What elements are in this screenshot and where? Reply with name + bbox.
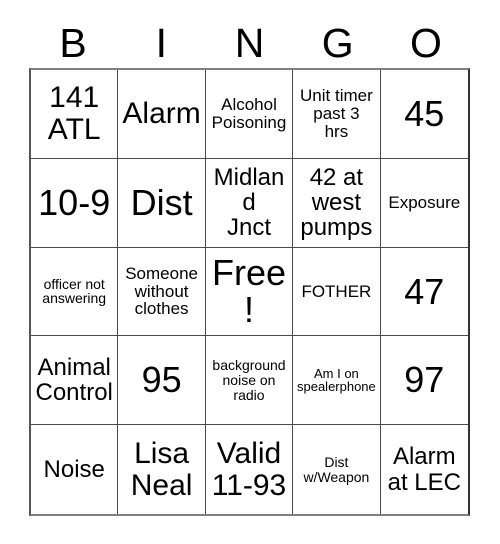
bingo-cell-label: Noise [43,456,105,483]
bingo-cell-label: Free! [211,251,286,331]
bingo-cell-label: Alarm at LEC [387,443,461,496]
bingo-header-letter-g: G [321,19,354,66]
bingo-cell-r1c3[interactable]: Alcohol Poisoning [205,70,294,159]
bingo-cell-label: Am I on spealerphone [296,365,376,395]
bingo-cell-r5c2[interactable]: Lisa Neal [118,425,206,514]
bingo-cell-r3c5[interactable]: 47 [380,247,468,337]
bingo-card: B I N G O 141 ATL Alarm Alcohol Poisoning U… [0,0,500,544]
bingo-cell-label: Dist [130,181,193,223]
bingo-cell-r4c4[interactable]: Am I on spealerphone [293,336,381,426]
bingo-cell-r3c2[interactable]: Someone without clothes [118,247,206,337]
bingo-cell-label: 141 ATL [47,81,101,146]
bingo-cell-r5c4[interactable]: Dist w/Weapon [293,425,381,514]
bingo-cell-label: 10-9 [38,181,111,223]
bingo-cell-label: 42 at west pumps [300,163,373,242]
bingo-header-letter-i: I [155,19,167,66]
bingo-cell-label: officer not answering [42,275,107,307]
bingo-cell-r4c1[interactable]: Animal Control [31,336,119,426]
bingo-cell-label: Valid 11-93 [211,437,287,502]
bingo-cell-r2c5[interactable]: Exposure [380,158,468,248]
bingo-cell-r5c1[interactable]: Noise [31,425,119,514]
bingo-cell-label: Midland Jnct [213,163,285,242]
bingo-header-letter-o: O [409,19,442,66]
bingo-cell-r2c2[interactable]: Dist [118,158,206,248]
bingo-cell-r2c3[interactable]: Midland Jnct [205,158,294,248]
bingo-cell-r2c4[interactable]: 42 at west pumps [293,158,381,248]
bingo-cell-label: 47 [404,270,445,312]
bingo-cell-r4c3[interactable]: background noise on radio [205,336,294,426]
bingo-cell-label: Alarm [122,97,201,131]
bingo-header-letter-n: N [234,19,265,66]
bingo-cell-label: Exposure [388,192,461,212]
bingo-cell-r3c4[interactable]: FOTHER [293,247,381,337]
bingo-cell-label: FOTHER [301,281,372,301]
bingo-cell-r5c3[interactable]: Valid 11-93 [205,425,294,514]
bingo-cell-r5c5[interactable]: Alarm at LEC [380,425,468,514]
bingo-cell-label: 97 [404,359,445,401]
bingo-cell-label: 45 [404,93,445,134]
bingo-cell-label: Animal Control [35,354,113,407]
bingo-cell-r3c3[interactable]: Free! [205,247,294,337]
bingo-cell-label: Alcohol Poisoning [211,95,287,132]
bingo-cell-r1c4[interactable]: Unit timer past 3 hrs [293,70,381,159]
bingo-cell-r2c1[interactable]: 10-9 [31,158,119,248]
bingo-cell-r1c1[interactable]: 141 ATL [31,70,119,159]
bingo-cell-label: 95 [141,359,182,401]
bingo-cell-r1c2[interactable]: Alarm [118,70,206,159]
bingo-grid: 141 ATL Alarm Alcohol Poisoning Unit timer … [29,68,470,516]
bingo-header-letter-b: B [59,19,87,66]
bingo-cell-r4c2[interactable]: 95 [118,336,206,426]
bingo-cell-r3c1[interactable]: officer not answering [31,247,119,337]
bingo-cell-r1c5[interactable]: 45 [380,70,468,159]
bingo-cell-label: background noise on radio [212,357,286,403]
bingo-cell-label: Dist w/Weapon [303,453,370,485]
bingo-cell-label: Unit timer past 3 hrs [300,86,373,141]
bingo-cell-label: Someone without clothes [125,263,198,319]
bingo-header-row: B I N G O [29,18,470,68]
bingo-cell-r4c5[interactable]: 97 [380,336,468,426]
bingo-cell-label: Lisa Neal [130,437,193,502]
